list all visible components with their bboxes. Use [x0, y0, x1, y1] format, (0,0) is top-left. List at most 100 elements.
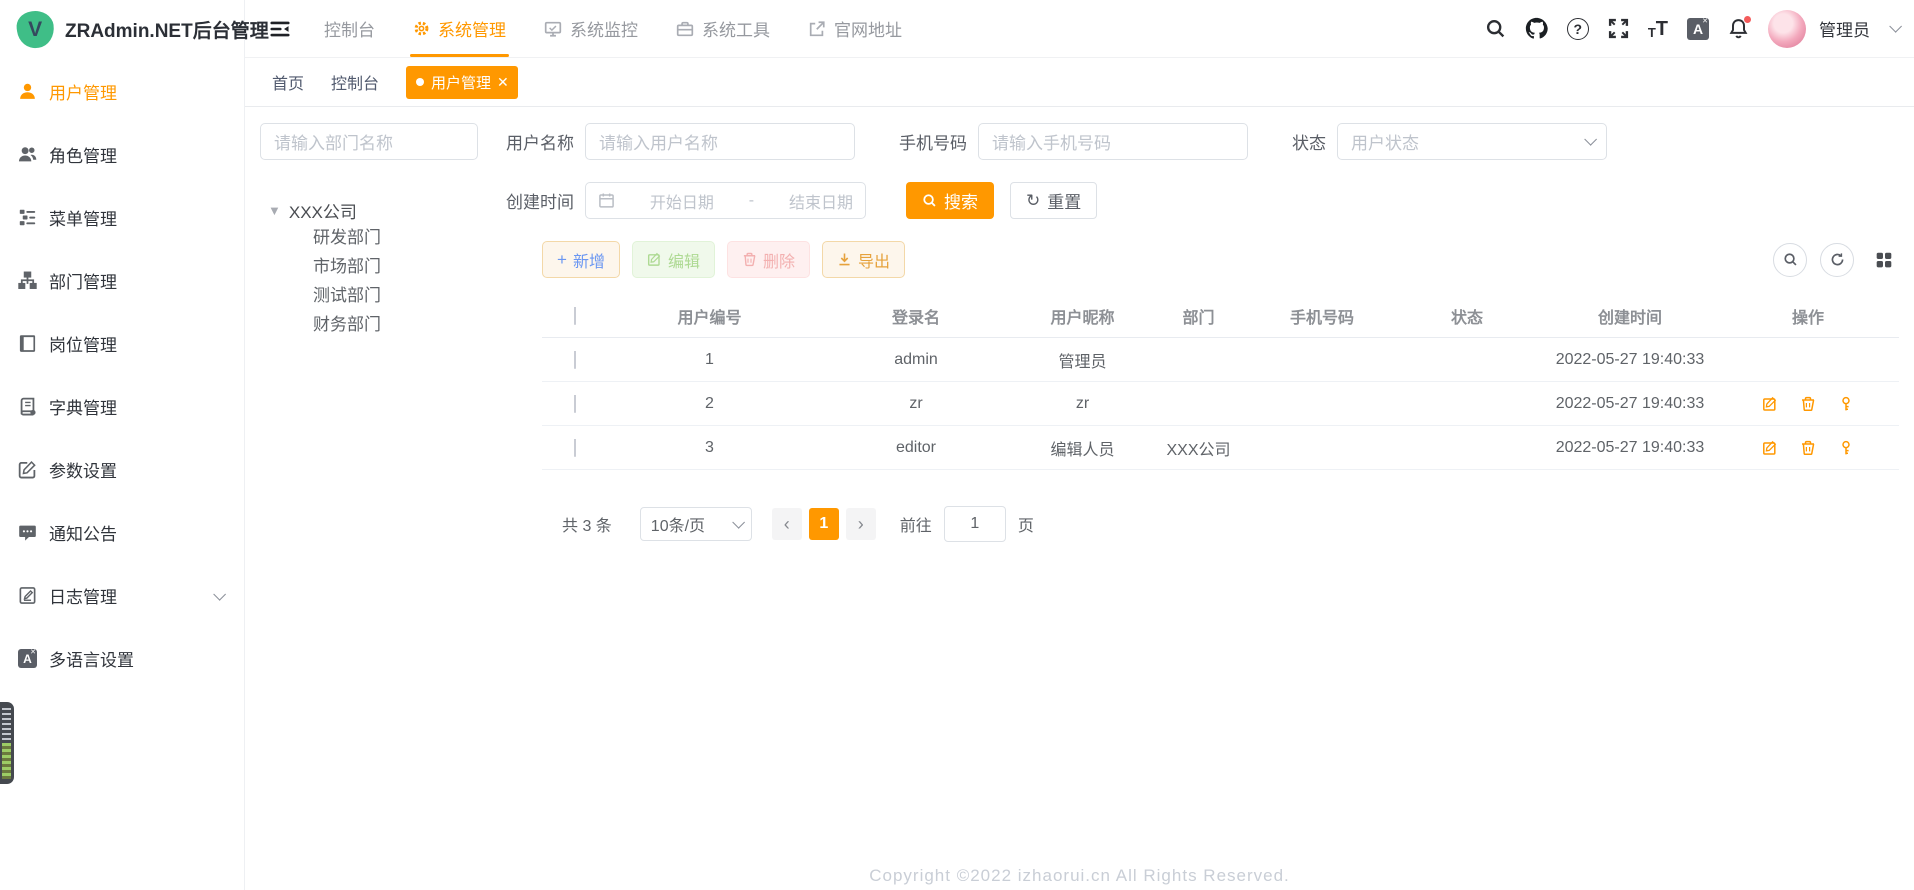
- show-search-toggle-button[interactable]: [1773, 243, 1807, 277]
- topnav-label: 系统工具: [702, 16, 770, 41]
- github-icon[interactable]: [1525, 17, 1548, 40]
- username-label: 用户名称: [506, 129, 574, 154]
- phone-input[interactable]: 请输入手机号码: [978, 123, 1248, 160]
- user-icon: [17, 82, 38, 101]
- table-header-row: 用户编号 登录名 用户昵称 部门 手机号码 状态 创建时间 操作: [542, 294, 1899, 338]
- add-button-label: 新增: [573, 248, 605, 272]
- tab-user-management[interactable]: 用户管理 ✕: [406, 66, 518, 99]
- calendar-icon: [598, 192, 615, 209]
- edit-button[interactable]: 编辑: [632, 241, 715, 278]
- reset-password-key-icon[interactable]: [1838, 396, 1854, 412]
- reset-password-key-icon[interactable]: [1838, 440, 1854, 456]
- topnav-item-console[interactable]: 控制台: [305, 0, 394, 57]
- sidebar-item-menus[interactable]: 菜单管理: [0, 186, 244, 249]
- reset-button[interactable]: ↻ 重置: [1010, 182, 1097, 219]
- download-icon: [837, 252, 852, 267]
- date-range-picker[interactable]: 开始日期 - 结束日期: [585, 182, 866, 219]
- sidebar-item-users[interactable]: 用户管理: [0, 60, 244, 123]
- cell-user-id: 3: [608, 439, 811, 457]
- range-separator: -: [749, 192, 754, 210]
- tab-home[interactable]: 首页: [272, 70, 304, 94]
- export-button[interactable]: 导出: [822, 241, 905, 278]
- notifications-bell-icon[interactable]: [1728, 18, 1749, 39]
- sidebar-item-posts[interactable]: 岗位管理: [0, 312, 244, 375]
- topnav-item-website[interactable]: 官网地址: [789, 0, 921, 57]
- placeholder-text: 请输入用户名称: [599, 129, 718, 154]
- sidebar-item-label: 部门管理: [49, 268, 117, 293]
- edge-peek-widget[interactable]: [0, 702, 14, 784]
- delete-row-icon[interactable]: [1800, 396, 1816, 412]
- topnav-label: 系统管理: [438, 16, 506, 41]
- tab-console[interactable]: 控制台: [331, 70, 379, 94]
- translate-icon[interactable]: A✕: [1687, 18, 1709, 40]
- topnav-label: 控制台: [324, 16, 375, 41]
- select-all-checkbox[interactable]: [574, 307, 576, 325]
- user-menu-chevron-icon[interactable]: [1889, 20, 1902, 33]
- filter-row-1: 用户名称 请输入用户名称 手机号码 请输入手机号码 状态: [506, 123, 1914, 160]
- search-icon[interactable]: [1485, 18, 1506, 39]
- cell-nickname: 管理员: [1021, 348, 1144, 372]
- close-tab-icon[interactable]: ✕: [497, 75, 509, 89]
- fullscreen-icon[interactable]: [1608, 18, 1629, 39]
- tree-node-child[interactable]: 研发部门: [260, 223, 506, 252]
- user-avatar[interactable]: [1768, 10, 1806, 48]
- sidebar-item-parameters[interactable]: 参数设置: [0, 438, 244, 501]
- refresh-table-button[interactable]: [1820, 243, 1854, 277]
- topnav-item-monitor[interactable]: 系统监控: [525, 0, 657, 57]
- log-icon: [17, 586, 38, 605]
- top-navbar: 控制台 系统管理 系统监控 系统工具: [245, 0, 1914, 58]
- search-icon: [922, 193, 937, 208]
- edit-row-icon[interactable]: [1762, 396, 1778, 412]
- column-header: 用户昵称: [1021, 304, 1144, 328]
- caret-down-icon[interactable]: ▼: [268, 203, 281, 218]
- row-checkbox[interactable]: [574, 351, 576, 369]
- row-checkbox[interactable]: [574, 439, 576, 457]
- tree-node-child[interactable]: 财务部门: [260, 310, 506, 339]
- sidebar-item-logs[interactable]: 日志管理: [0, 564, 244, 627]
- user-name[interactable]: 管理员: [1819, 16, 1870, 41]
- sidebar-item-roles[interactable]: 角色管理: [0, 123, 244, 186]
- column-settings-icon[interactable]: [1867, 243, 1901, 277]
- refresh-icon: ↻: [1026, 192, 1040, 209]
- tree-node-child[interactable]: 测试部门: [260, 281, 506, 310]
- next-page-button[interactable]: ›: [846, 508, 876, 540]
- add-button[interactable]: + 新增: [542, 241, 620, 278]
- topnav-item-system[interactable]: 系统管理: [394, 0, 525, 57]
- tree-node-root[interactable]: ▼ XXX公司: [260, 198, 506, 223]
- delete-button[interactable]: 删除: [727, 241, 810, 278]
- tree-node-child[interactable]: 市场部门: [260, 252, 506, 281]
- cell-created: 2022-05-27 19:40:33: [1543, 351, 1717, 369]
- department-search-input[interactable]: 请输入部门名称: [260, 123, 478, 160]
- search-button[interactable]: 搜索: [906, 182, 994, 219]
- app-window: V ZRAdmin.NET后台管理 用户管理 角色管理 菜单管理: [0, 0, 1914, 890]
- sidebar-item-notices[interactable]: 通知公告: [0, 501, 244, 564]
- cell-login: zr: [811, 395, 1021, 413]
- sidebar-item-i18n[interactable]: A✕ 多语言设置: [0, 627, 244, 690]
- topnav-label: 官网地址: [834, 16, 902, 41]
- chevron-down-icon: [213, 586, 222, 606]
- font-size-icon[interactable]: TT: [1648, 19, 1668, 39]
- delete-row-icon[interactable]: [1800, 440, 1816, 456]
- department-panel: 请输入部门名称 ▼ XXX公司 研发部门 市场部门 测试部门 财务部门: [260, 123, 506, 542]
- sidebar-item-departments[interactable]: 部门管理: [0, 249, 244, 312]
- topnav-item-tools[interactable]: 系统工具: [657, 0, 789, 57]
- help-icon[interactable]: ?: [1567, 18, 1589, 40]
- chevron-down-icon: [1584, 133, 1597, 146]
- collapse-sidebar-icon[interactable]: [269, 18, 291, 40]
- sidebar-item-dictionary[interactable]: 字典管理: [0, 375, 244, 438]
- delete-button-label: 删除: [763, 248, 795, 272]
- page-size-value: 10条/页: [651, 512, 705, 536]
- phone-label: 手机号码: [899, 129, 967, 154]
- sidebar-item-label: 多语言设置: [49, 646, 134, 671]
- sitemap-icon: [17, 271, 38, 290]
- edit-row-icon[interactable]: [1762, 440, 1778, 456]
- prev-page-button[interactable]: ‹: [772, 508, 802, 540]
- page-size-select[interactable]: 10条/页: [640, 507, 752, 541]
- username-input[interactable]: 请输入用户名称: [585, 123, 855, 160]
- logo-row[interactable]: V ZRAdmin.NET后台管理: [0, 0, 244, 58]
- status-select[interactable]: 用户状态: [1337, 123, 1607, 160]
- column-header: 创建时间: [1543, 304, 1717, 328]
- page-1-button[interactable]: 1: [809, 508, 839, 540]
- row-checkbox[interactable]: [574, 395, 576, 413]
- goto-page-input[interactable]: [944, 506, 1006, 542]
